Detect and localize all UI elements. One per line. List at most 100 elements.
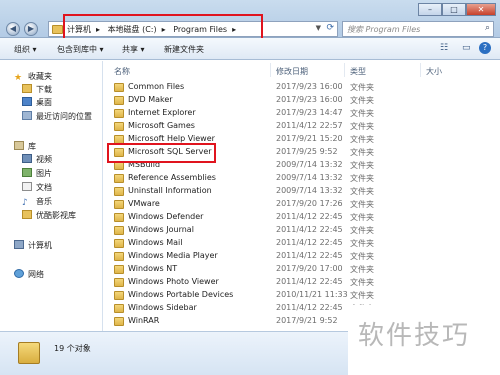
- watermark-text: 软件技巧: [358, 321, 471, 351]
- sidebar-item-pictures[interactable]: 图片: [22, 168, 52, 180]
- music-icon: ♪: [22, 198, 28, 208]
- column-header-size[interactable]: 大小: [426, 66, 442, 77]
- file-name: Windows Portable Devices: [128, 290, 234, 299]
- sidebar-item-favorites[interactable]: ★ 收藏夹: [14, 71, 52, 83]
- table-row[interactable]: Microsoft Games 2011/4/12 22:57 文件夹: [104, 120, 500, 133]
- include-in-library-button[interactable]: 包含到库中 ▾: [57, 44, 104, 55]
- file-name: Windows NT: [128, 264, 178, 273]
- file-name: Microsoft Help Viewer: [128, 134, 215, 143]
- column-divider[interactable]: [270, 63, 271, 77]
- file-date: 2017/9/25 9:52: [276, 147, 338, 156]
- folder-icon: [114, 226, 124, 235]
- view-options-icon[interactable]: ☷: [440, 43, 448, 53]
- column-header-type[interactable]: 类型: [350, 66, 366, 77]
- folder-icon: [114, 83, 124, 92]
- folder-icon: [114, 317, 124, 326]
- folder-icon: [114, 304, 124, 313]
- folder-icon: [114, 109, 124, 118]
- maximize-button[interactable]: □: [442, 3, 466, 16]
- sidebar-item-downloads[interactable]: 下载: [22, 84, 52, 96]
- file-date: 2011/4/12 22:57: [276, 121, 343, 130]
- table-row[interactable]: Windows Mail 2011/4/12 22:45 文件夹: [104, 237, 500, 250]
- file-name: Windows Sidebar: [128, 303, 197, 312]
- sidebar-item-label: 下载: [36, 85, 52, 94]
- new-folder-button[interactable]: 新建文件夹: [164, 44, 204, 55]
- sidebar-item-libraries[interactable]: 库: [14, 141, 36, 153]
- table-row[interactable]: Windows Journal 2011/4/12 22:45 文件夹: [104, 224, 500, 237]
- folder-icon: [114, 265, 124, 274]
- column-divider[interactable]: [420, 63, 421, 77]
- column-header-date[interactable]: 修改日期: [276, 66, 308, 77]
- folder-icon: [114, 174, 124, 183]
- sidebar-item-youku-library[interactable]: 优酷影视库: [22, 210, 76, 222]
- file-type: 文件夹: [350, 265, 374, 274]
- table-row[interactable]: Windows NT 2017/9/20 17:00 文件夹: [104, 263, 500, 276]
- file-date: 2017/9/23 16:00: [276, 82, 343, 91]
- file-date: 2009/7/14 13:32: [276, 160, 343, 169]
- column-header-name[interactable]: 名称: [114, 66, 130, 77]
- sidebar-item-network[interactable]: 网络: [14, 269, 44, 281]
- file-date: 2017/9/20 17:26: [276, 199, 343, 208]
- organize-button[interactable]: 组织 ▾: [14, 44, 37, 55]
- table-row[interactable]: Reference Assemblies 2009/7/14 13:32 文件夹: [104, 172, 500, 185]
- sidebar-item-computer[interactable]: 计算机: [14, 240, 52, 252]
- folder-icon: [114, 213, 124, 222]
- file-date: 2011/4/12 22:45: [276, 212, 343, 221]
- address-highlight-box: [63, 14, 263, 40]
- file-type: 文件夹: [350, 187, 374, 196]
- file-name: Reference Assemblies: [128, 173, 216, 182]
- search-input[interactable]: 搜索 Program Files ⌕: [342, 21, 494, 37]
- table-row[interactable]: VMware 2017/9/20 17:26 文件夹: [104, 198, 500, 211]
- watermark: 软件技巧: [348, 305, 500, 375]
- share-button[interactable]: 共享 ▾: [122, 44, 145, 55]
- table-row[interactable]: Windows Portable Devices 2010/11/21 11:33…: [104, 289, 500, 302]
- address-dropdown-icon[interactable]: ▼: [316, 24, 321, 32]
- table-row[interactable]: Windows Defender 2011/4/12 22:45 文件夹: [104, 211, 500, 224]
- folder-icon: [114, 200, 124, 209]
- file-name: DVD Maker: [128, 95, 173, 104]
- table-row[interactable]: Uninstall Information 2009/7/14 13:32 文件夹: [104, 185, 500, 198]
- table-row[interactable]: Internet Explorer 2017/9/23 14:47 文件夹: [104, 107, 500, 120]
- download-folder-icon: [22, 84, 32, 93]
- sidebar-item-label: 视频: [36, 155, 52, 164]
- file-date: 2017/9/23 14:47: [276, 108, 343, 117]
- refresh-icon[interactable]: ⟳: [326, 23, 334, 33]
- sidebar-item-documents[interactable]: 文档: [22, 182, 52, 194]
- sidebar-item-videos[interactable]: 视频: [22, 154, 52, 166]
- sidebar-item-recent-places[interactable]: 最近访问的位置: [22, 111, 92, 123]
- table-row[interactable]: Windows Photo Viewer 2011/4/12 22:45 文件夹: [104, 276, 500, 289]
- close-button[interactable]: ✕: [466, 3, 496, 16]
- table-row[interactable]: Common Files 2017/9/23 16:00 文件夹: [104, 81, 500, 94]
- column-divider[interactable]: [344, 63, 345, 77]
- preview-pane-icon[interactable]: ▭: [462, 43, 471, 53]
- forward-button[interactable]: ▶: [24, 22, 38, 36]
- file-date: 2011/4/12 22:45: [276, 225, 343, 234]
- folder-icon: [114, 239, 124, 248]
- help-icon[interactable]: ?: [479, 42, 491, 54]
- file-name: Microsoft Games: [128, 121, 195, 130]
- sidebar-item-label: 最近访问的位置: [36, 112, 92, 121]
- file-list: 名称 修改日期 类型 大小 Common Files 2017/9/23 16:0…: [104, 61, 500, 331]
- sidebar-item-desktop[interactable]: 桌面: [22, 97, 52, 109]
- sidebar-item-music[interactable]: ♪ 音乐: [22, 196, 52, 208]
- file-name: Windows Defender: [128, 212, 204, 221]
- search-icon[interactable]: ⌕: [485, 23, 490, 33]
- sidebar-item-label: 图片: [36, 169, 52, 178]
- table-row[interactable]: Windows Media Player 2011/4/12 22:45 文件夹: [104, 250, 500, 263]
- file-date: 2017/9/23 16:00: [276, 95, 343, 104]
- file-type: 文件夹: [350, 252, 374, 261]
- file-type: 文件夹: [350, 226, 374, 235]
- file-name: Windows Mail: [128, 238, 183, 247]
- table-row[interactable]: DVD Maker 2017/9/23 16:00 文件夹: [104, 94, 500, 107]
- file-type: 文件夹: [350, 148, 374, 157]
- folder-icon: [114, 252, 124, 261]
- picture-icon: [22, 168, 32, 177]
- file-date: 2011/4/12 22:45: [276, 251, 343, 260]
- folder-icon: [114, 278, 124, 287]
- search-placeholder: 搜索 Program Files: [347, 25, 421, 34]
- minimize-button[interactable]: –: [418, 3, 442, 16]
- back-button[interactable]: ◀: [6, 22, 20, 36]
- recent-places-icon: [22, 111, 32, 120]
- document-icon: [22, 182, 32, 191]
- command-bar: 组织 ▾ 包含到库中 ▾ 共享 ▾ 新建文件夹 ☷ ▭ ?: [0, 38, 500, 60]
